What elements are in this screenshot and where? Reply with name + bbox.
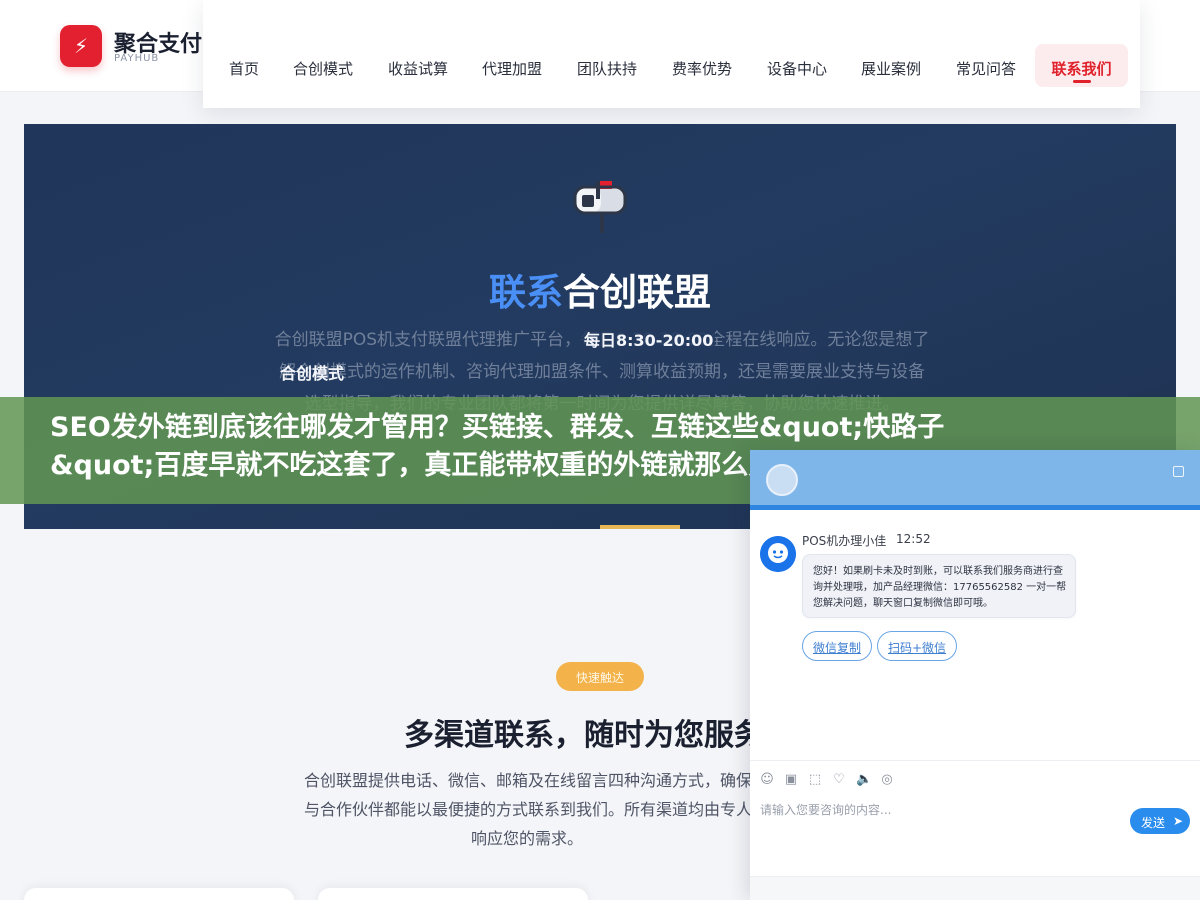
chat-header-avatar	[766, 464, 798, 496]
scan-wechat-button[interactable]: 扫码+微信	[877, 631, 957, 661]
bolt-icon: ⚡	[73, 34, 89, 58]
copy-wechat-button[interactable]: 微信复制	[802, 631, 872, 661]
maximize-icon[interactable]	[1173, 466, 1184, 477]
nav-item-cases[interactable]: 展业案例	[861, 58, 921, 79]
volume-icon[interactable]: 🔈	[856, 773, 872, 787]
message-text: 您好！如果刷卡未及时到账，可以联系我们服务商进行查 询并处理哦，加产品经理微信：…	[813, 564, 1069, 612]
chat-toolbar: ☺ ▣ ⬚ ♡ 🔈 ◎	[750, 760, 1200, 796]
nav-item-contact-label: 联系我们	[1051, 60, 1112, 78]
nav-item-contact[interactable]: 联系我们	[1035, 44, 1128, 87]
chat-bubbles-icon[interactable]: ◎	[880, 773, 894, 787]
nav-item-calculator[interactable]: 收益试算	[388, 58, 448, 79]
copy-wechat-label: 微信复制	[812, 641, 861, 655]
message-bubble: 您好！如果刷卡未及时到账，可以联系我们服务商进行查 询并处理哦，加产品经理微信：…	[802, 554, 1076, 618]
nav-item-faq[interactable]: 常见问答	[956, 58, 1016, 79]
message-line: 您解决问题，聊天窗口复制微信即可哦。	[813, 598, 993, 609]
message-time: 12:52	[896, 532, 931, 546]
chat-header[interactable]	[750, 450, 1200, 508]
agent-name: POS机办理小佳	[802, 534, 887, 548]
active-underline	[1073, 80, 1091, 83]
crop-icon[interactable]: ⬚	[808, 773, 822, 787]
hero-desc-line: 解合创模式的运作机制、咨询代理加盟条件、测算收益预期，还是需要展业支持与设备	[279, 362, 925, 382]
smile-icon[interactable]: ☺	[760, 773, 774, 787]
hero-tooltip-model: 合创模式	[280, 364, 345, 383]
message-line: 询并处理哦，加产品经理微信：17765562582 一对一帮	[813, 582, 1067, 593]
nav-item-team[interactable]: 团队扶持	[577, 58, 637, 79]
main-nav: 首页 合创模式 收益试算 代理加盟 团队扶持 费率优势 设备中心 展业案例 常见…	[203, 0, 1140, 108]
chat-widget: POS机办理小佳 12:52 您好！如果刷卡未及时到账，可以联系我们服务商进行查…	[750, 450, 1200, 900]
contact-card[interactable]	[318, 888, 588, 900]
agent-avatar	[760, 536, 796, 572]
chat-footer	[750, 876, 1200, 900]
section-desc-line: 响应您的需求。	[470, 829, 583, 848]
hero-accent-bar	[600, 525, 680, 529]
chat-message-input[interactable]	[760, 800, 1120, 820]
scan-wechat-label: 扫码+微信	[887, 641, 947, 655]
nav-item-agency[interactable]: 代理加盟	[482, 58, 542, 79]
heart-icon[interactable]: ♡	[832, 773, 846, 787]
chat-header-stripe	[750, 505, 1200, 510]
image-icon[interactable]: ▣	[784, 773, 798, 787]
hero-title-highlight: 联系	[489, 271, 563, 314]
section-badge: 快速触达	[556, 662, 644, 691]
brand-logo[interactable]: ⚡	[60, 25, 102, 67]
mailbox-icon	[573, 181, 627, 233]
headline-line: SEO发外链到底该往哪发才管用？买链接、群发、互链这些&quot;快路子	[50, 412, 945, 443]
nav-item-rates[interactable]: 费率优势	[672, 58, 732, 79]
send-icon: ➤	[1173, 814, 1184, 828]
contact-card[interactable]	[24, 888, 294, 900]
send-button[interactable]: 发送 ➤	[1130, 808, 1190, 834]
hero-title: 联系合创联盟	[24, 262, 1176, 316]
brand-subtitle: PAYHUB	[114, 53, 160, 64]
hero-hours-highlight: 每日8:30-20:00	[582, 327, 716, 351]
message-line: 您好！如果刷卡未及时到账，可以联系我们服务商进行查	[813, 566, 1063, 577]
hero-title-main: 合创联盟	[563, 271, 711, 314]
nav-item-devices[interactable]: 设备中心	[767, 58, 827, 79]
nav-item-home[interactable]: 首页	[229, 58, 259, 79]
send-label: 发送	[1140, 816, 1165, 830]
section-title: 多渠道联系，随时为您服务	[404, 718, 764, 753]
nav-item-model[interactable]: 合创模式	[293, 58, 353, 79]
section-badge-label: 快速触达	[575, 671, 624, 685]
